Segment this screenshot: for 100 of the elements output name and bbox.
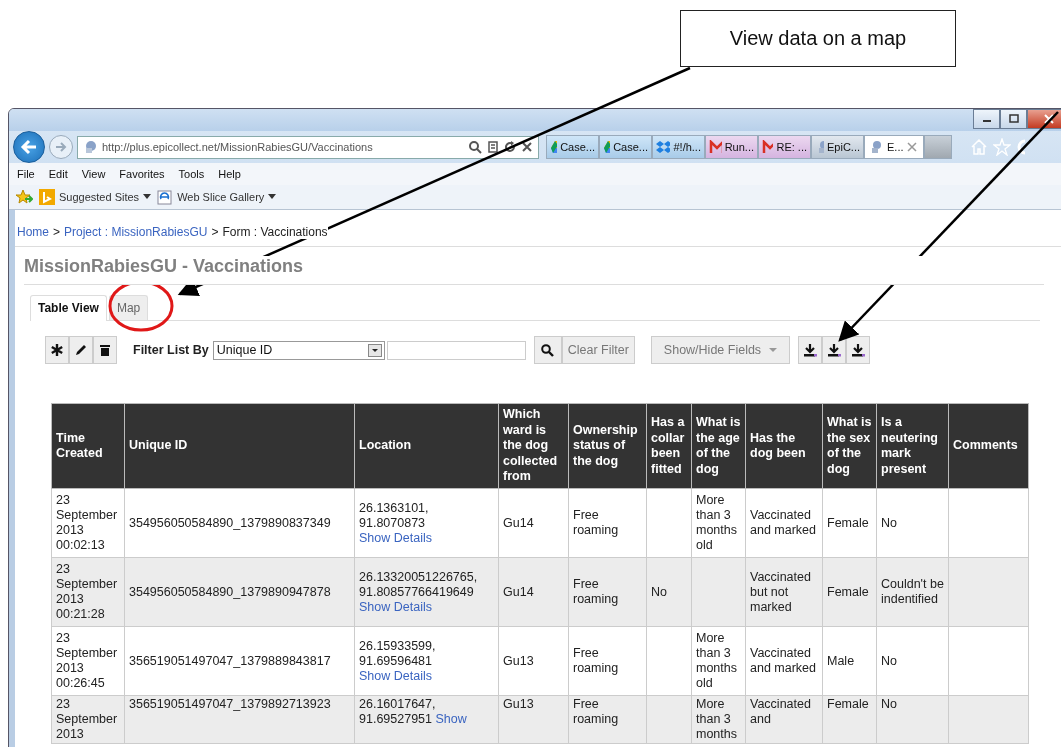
- table-cell: No: [651, 584, 667, 599]
- settings-icon[interactable]: [1016, 138, 1025, 156]
- table-cell: More than 3 months old: [696, 631, 737, 690]
- clear-filter-button[interactable]: Clear Filter: [561, 336, 635, 364]
- caret-icon: [769, 347, 778, 353]
- address-bar[interactable]: http://plus.epicollect.net/MissionRabiesGU/Vaccinations: [77, 135, 539, 159]
- table-cell: Female: [827, 697, 869, 711]
- show-hide-fields-button[interactable]: Show/Hide Fields: [650, 336, 791, 364]
- coordinates-text: 26.1363101, 91.8070873: [359, 500, 429, 530]
- maximize-button[interactable]: [1000, 109, 1027, 129]
- table-cell: No: [881, 653, 897, 668]
- view-tab[interactable]: Table View: [30, 295, 107, 321]
- close-tab-icon[interactable]: [906, 142, 917, 152]
- view-tab[interactable]: Map: [108, 295, 149, 320]
- table-cell: Male: [827, 653, 855, 668]
- download-icon: [827, 343, 842, 357]
- table-cell: 23 September 2013 00:21:28: [56, 562, 118, 621]
- show-details-link[interactable]: Show: [435, 712, 467, 726]
- menu-item[interactable]: Edit: [48, 168, 68, 180]
- table-cell: Free roaming: [573, 697, 619, 726]
- download-button[interactable]: [822, 336, 847, 364]
- favorites-star-icon[interactable]: [15, 189, 33, 205]
- download-icon: [851, 343, 866, 357]
- column-header[interactable]: Comments: [948, 403, 1029, 489]
- filter-select[interactable]: Unique ID: [212, 340, 385, 360]
- column-header[interactable]: Unique ID: [124, 403, 355, 489]
- column-header[interactable]: Has the dog been: [745, 403, 823, 489]
- star-icon[interactable]: [993, 138, 1011, 156]
- table-cell: 356519051497047_1379889843817: [129, 653, 331, 668]
- add-button[interactable]: [45, 336, 69, 364]
- breadcrumb-link[interactable]: Home: [17, 225, 49, 239]
- menu-item[interactable]: Help: [218, 168, 241, 180]
- table-cell: More than 3 months: [696, 697, 737, 741]
- trash-icon: [100, 344, 110, 356]
- table-cell: Gu14: [503, 584, 534, 599]
- table-cell: Couldn't be indentified: [881, 577, 944, 606]
- menu-item[interactable]: File: [17, 168, 35, 180]
- drive-icon: [550, 140, 558, 154]
- table-cell: Vaccinated and: [750, 697, 811, 726]
- compatibility-icon[interactable]: [487, 140, 499, 154]
- delete-button[interactable]: [93, 336, 117, 364]
- edit-button[interactable]: [69, 336, 93, 364]
- breadcrumb-link[interactable]: Project : MissionRabiesGU: [64, 225, 208, 239]
- show-details-link[interactable]: Show Details: [359, 668, 432, 683]
- stop-icon[interactable]: [521, 140, 533, 154]
- search-button[interactable]: [533, 336, 562, 364]
- browser-tab[interactable]: #!/h...: [652, 135, 705, 159]
- column-header[interactable]: Location: [354, 403, 499, 489]
- column-header[interactable]: Which ward is the dog collected from: [498, 403, 569, 489]
- refresh-icon[interactable]: [504, 140, 516, 154]
- download-button[interactable]: [846, 336, 871, 364]
- table-cell: 354956050584890_1379890947878: [129, 584, 331, 599]
- browser-tab[interactable]: Run...: [705, 135, 758, 159]
- favorite-link[interactable]: Web Slice Gallery: [157, 189, 277, 205]
- caret-icon: [268, 194, 277, 200]
- asterisk-icon: [51, 344, 63, 356]
- mail-icon: [762, 140, 774, 154]
- browser-tab[interactable]: E...: [864, 135, 924, 159]
- menu-item[interactable]: Favorites: [119, 168, 165, 180]
- coordinates-text: 26.13320051226765, 91.80857766419649: [359, 569, 478, 599]
- show-details-link[interactable]: Show Details: [359, 530, 432, 545]
- pencil-icon: [75, 344, 87, 356]
- browser-tab[interactable]: RE: ...: [758, 135, 811, 159]
- search-icon: [541, 343, 555, 357]
- browser-tab[interactable]: EpiC...: [811, 135, 864, 159]
- download-button[interactable]: [798, 336, 823, 364]
- dropdown-icon: [367, 343, 382, 357]
- menu-item[interactable]: Tools: [178, 168, 205, 180]
- table-cell: Free roaming: [573, 646, 619, 675]
- close-icon: [1043, 114, 1055, 124]
- column-header[interactable]: What is the sex of the dog: [822, 403, 877, 489]
- column-header[interactable]: What is the age of the dog: [691, 403, 746, 489]
- column-header[interactable]: Has a collar been fitted: [646, 403, 692, 489]
- table-cell: No: [881, 515, 897, 530]
- filter-input[interactable]: [386, 340, 526, 360]
- column-header[interactable]: Ownership status of the dog: [568, 403, 647, 489]
- bing-icon: [39, 189, 55, 205]
- table-cell: Free roaming: [573, 577, 619, 606]
- back-arrow-icon: [20, 139, 38, 155]
- minimize-button[interactable]: [973, 109, 1000, 129]
- search-icon[interactable]: [468, 140, 482, 154]
- column-header[interactable]: Is a neutering mark present: [876, 403, 949, 489]
- favorite-link[interactable]: Suggested Sites: [39, 189, 152, 205]
- mail-icon: [709, 140, 722, 154]
- browser-tab[interactable]: Case...: [546, 135, 599, 159]
- show-details-link[interactable]: Show Details: [359, 599, 432, 614]
- back-button[interactable]: [13, 131, 45, 163]
- table-cell: Vaccinated but not marked: [750, 569, 811, 614]
- browser-tab[interactable]: Case...: [599, 135, 652, 159]
- column-header[interactable]: Time Created: [51, 403, 125, 489]
- table-cell: 23 September 2013: [56, 697, 118, 741]
- drive-icon: [603, 140, 611, 154]
- table-cell: 23 September 2013 00:02:13: [56, 493, 118, 552]
- close-button[interactable]: [1027, 109, 1061, 129]
- menu-item[interactable]: View: [81, 168, 106, 180]
- table-cell: 354956050584890_1379890837349: [129, 515, 331, 530]
- table-cell: Vaccinated and marked: [750, 646, 816, 675]
- box-icon: [656, 140, 671, 154]
- page-title: MissionRabiesGU - Vaccinations: [24, 256, 1044, 285]
- table-cell: Female: [827, 515, 869, 530]
